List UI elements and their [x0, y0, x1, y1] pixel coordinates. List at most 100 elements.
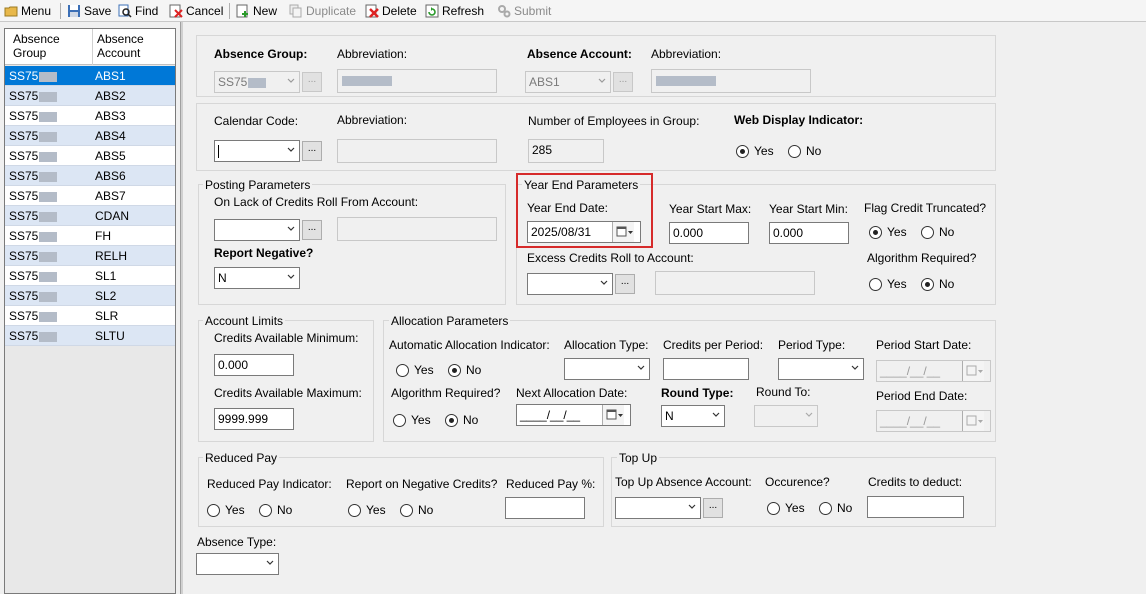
auto-allocation-label: Automatic Allocation Indicator: [389, 338, 550, 352]
absence-group-combo[interactable]: SS75 [214, 71, 300, 93]
year-end-algorithm-no-radio[interactable]: No [921, 277, 954, 291]
delete-icon [365, 4, 379, 18]
year-start-min-label: Year Start Min: [769, 202, 848, 216]
allocation-algorithm-yes-radio[interactable]: Yes [393, 413, 431, 427]
round-type-label: Round Type: [661, 386, 734, 400]
calendar-picker-icon[interactable] [612, 222, 634, 242]
chevron-down-icon [600, 279, 608, 287]
account-limits-title: Account Limits [203, 314, 286, 328]
list-item[interactable]: SS75 RELH [5, 246, 175, 266]
redacted-text [39, 212, 58, 222]
web-display-label: Web Display Indicator: [734, 113, 864, 127]
on-lack-account-combo[interactable] [214, 219, 300, 241]
credits-to-deduct-label: Credits to deduct: [868, 475, 963, 489]
allocation-algorithm-no-radio[interactable]: No [445, 413, 478, 427]
absence-account-combo[interactable]: ABS1 [525, 71, 611, 93]
flag-credit-no-radio[interactable]: No [921, 225, 954, 239]
list-item[interactable]: SS75 ABS7 [5, 186, 175, 206]
save-button[interactable]: Save [67, 3, 111, 19]
top-up-account-browse-button[interactable]: ... [703, 498, 723, 518]
top-up-account-combo[interactable] [615, 497, 701, 519]
panel-splitter[interactable] [180, 22, 183, 594]
calendar-code-combo[interactable] [214, 140, 300, 162]
occurence-no-radio[interactable]: No [819, 501, 852, 515]
column-header-account[interactable]: Absence Account [97, 32, 173, 60]
list-item[interactable]: SS75 ABS1 [5, 66, 175, 86]
flag-credit-yes-radio[interactable]: Yes [869, 225, 907, 239]
text-cursor [218, 145, 219, 159]
refresh-button[interactable]: Refresh [425, 3, 484, 19]
calendar-code-browse-button[interactable]: ... [302, 141, 322, 161]
absence-account-browse-button[interactable]: ... [613, 72, 633, 92]
calendar-picker-icon[interactable] [602, 405, 624, 425]
credits-per-period-field[interactable] [663, 358, 749, 380]
list-item[interactable]: SS75 CDAN [5, 206, 175, 226]
redacted-text [39, 112, 58, 122]
list-item-group-cell: SS75 [9, 229, 58, 243]
excess-credits-browse-button[interactable]: ... [615, 274, 635, 294]
new-button[interactable]: New [236, 3, 277, 19]
absence-group-browse-button[interactable]: ... [302, 72, 322, 92]
list-item[interactable]: SS75 ABS6 [5, 166, 175, 186]
absence-type-combo[interactable] [196, 553, 279, 575]
chevron-down-icon [805, 411, 813, 419]
list-item[interactable]: SS75 SL1 [5, 266, 175, 286]
list-item-group-cell: SS75 [9, 329, 58, 343]
on-lack-abbreviation-field [337, 217, 497, 241]
credits-to-deduct-field[interactable] [867, 496, 964, 518]
occurence-yes-radio[interactable]: Yes [767, 501, 805, 515]
auto-allocation-yes-radio[interactable]: Yes [396, 363, 434, 377]
list-item[interactable]: SS75 ABS4 [5, 126, 175, 146]
report-negative-combo[interactable]: N [214, 267, 300, 289]
auto-allocation-no-radio[interactable]: No [448, 363, 481, 377]
report-negative-credits-yes-radio[interactable]: Yes [348, 503, 386, 517]
reduced-pay-title: Reduced Pay [203, 451, 280, 465]
list-item-account: ABS6 [95, 169, 126, 183]
list-item-group-cell: SS75 [9, 149, 58, 163]
list-item-account: FH [95, 229, 111, 243]
allocation-type-combo[interactable] [564, 358, 650, 380]
reduced-pay-pct-field[interactable] [505, 497, 585, 519]
list-item[interactable]: SS75 ABS5 [5, 146, 175, 166]
find-button[interactable]: Find [118, 3, 158, 19]
calendar-picker-icon [962, 361, 984, 381]
list-item[interactable]: SS75 FH [5, 226, 175, 246]
cancel-button[interactable]: Cancel [169, 3, 223, 19]
round-type-combo[interactable]: N [661, 405, 725, 427]
delete-button[interactable]: Delete [365, 3, 417, 19]
menu-button[interactable]: Menu [4, 3, 51, 19]
excess-credits-combo[interactable] [527, 273, 613, 295]
credits-min-label: Credits Available Minimum: [214, 331, 359, 345]
year-start-max-field[interactable]: 0.000 [669, 222, 749, 244]
on-lack-browse-button[interactable]: ... [302, 220, 322, 240]
absence-type-label: Absence Type: [197, 535, 277, 549]
column-header-group[interactable]: Absence Group [13, 32, 91, 60]
radio-unselected-icon [348, 503, 361, 517]
list-item[interactable]: SS75 SL2 [5, 286, 175, 306]
year-end-date-label: Year End Date: [527, 201, 608, 215]
list-item-account: SL1 [95, 269, 117, 283]
next-allocation-date-field[interactable]: ____/__/__ [516, 404, 631, 426]
list-item[interactable]: SS75 ABS2 [5, 86, 175, 106]
list-item-group-cell: SS75 [9, 69, 58, 83]
year-end-algorithm-yes-radio[interactable]: Yes [869, 277, 907, 291]
year-end-date-field[interactable]: 2025/08/31 [527, 221, 641, 243]
duplicate-button[interactable]: Duplicate [289, 3, 356, 19]
reduced-pay-yes-radio[interactable]: Yes [207, 503, 245, 517]
credits-max-field[interactable]: 9999.999 [214, 408, 294, 430]
web-display-yes-radio[interactable]: Yes [736, 144, 774, 158]
list-item[interactable]: SS75 SLR [5, 306, 175, 326]
redacted-text [39, 172, 58, 182]
credits-min-field[interactable]: 0.000 [214, 354, 294, 376]
submit-button[interactable]: Submit [497, 3, 551, 19]
year-start-min-field[interactable]: 0.000 [769, 222, 849, 244]
list-item-group: SS75 [9, 189, 39, 203]
reduced-pay-no-radio[interactable]: No [259, 503, 292, 517]
web-display-no-radio[interactable]: No [788, 144, 821, 158]
list-item[interactable]: SS75 SLTU [5, 326, 175, 346]
report-negative-credits-no-radio[interactable]: No [400, 503, 433, 517]
list-item[interactable]: SS75 ABS3 [5, 106, 175, 126]
period-type-combo[interactable] [778, 358, 864, 380]
list-item-group: SS75 [9, 149, 39, 163]
absence-group-label: Absence Group: [214, 47, 308, 61]
